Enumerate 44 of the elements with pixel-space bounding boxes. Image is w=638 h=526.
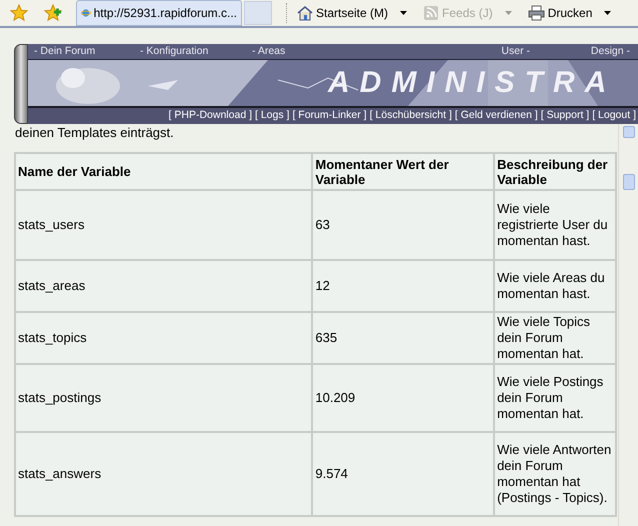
house-icon	[297, 5, 313, 21]
nav-tab[interactable]: - Konfiguration	[134, 44, 246, 60]
column-header: Momentaner Wert der Variable	[312, 153, 494, 190]
table-cell: stats_areas	[15, 260, 312, 312]
table-cell: 635	[312, 312, 494, 364]
header-link[interactable]: [ PHP-Download ]	[168, 108, 252, 124]
nav-tab[interactable]: Design -	[534, 44, 634, 60]
table-cell: Wie viele Postings dein Forum momentan hat.	[494, 364, 616, 432]
printer-icon	[528, 5, 545, 21]
banner-title: ADMINISTRA	[328, 68, 616, 98]
feed-icon	[423, 5, 440, 21]
header-link[interactable]: [ Forum-Linker ]	[292, 108, 367, 124]
dropdown-arrow-icon[interactable]	[604, 11, 612, 15]
nav-tab[interactable]: - Dein Forum	[28, 44, 134, 60]
star-icon[interactable]	[10, 4, 28, 22]
dropdown-arrow-icon[interactable]	[400, 11, 408, 15]
table-cell: stats_answers	[15, 432, 312, 516]
header-link[interactable]: [ Logs ]	[255, 108, 290, 124]
table-cell: Wie viele registrierte User du momentan hast.	[494, 190, 616, 260]
table-cell: 63	[312, 190, 494, 260]
table-cell: Wie viele Antworten dein Forum momentan hat (Postings - Topics).	[494, 432, 616, 516]
column-header: Name der Variable	[15, 153, 312, 190]
table-cell: 10.209	[312, 364, 494, 432]
table-cell: Wie viele Areas du momentan hast.	[494, 260, 616, 312]
table-cell: Wie viele Topics dein Forum momentan hat.	[494, 312, 616, 364]
header-link[interactable]: [ Löschübersicht ]	[370, 108, 452, 124]
scroll-thumb[interactable]	[622, 174, 634, 190]
table-cell: 12	[312, 260, 494, 312]
browser-tab[interactable]: http://52931.rapidforum.c...	[76, 0, 242, 26]
nav-tab[interactable]: User -	[416, 44, 534, 60]
header-link[interactable]: [ Geld verdienen ]	[454, 108, 538, 124]
nav-tab[interactable]: - Areas	[246, 44, 416, 60]
table-cell: stats_users	[15, 190, 312, 260]
intro-text: deinen Templates einträgst.	[14, 124, 175, 142]
header-link[interactable]: [ Support ]	[540, 108, 590, 124]
toolbar-print-button[interactable]: Drucken	[528, 1, 592, 25]
table-cell: stats_postings	[15, 364, 312, 432]
column-header: Beschreibung der Variable	[494, 153, 616, 190]
scroll-up-button[interactable]	[622, 126, 634, 138]
table-cell: stats_topics	[15, 312, 312, 364]
add-favorite-icon[interactable]	[44, 4, 62, 22]
toolbar-home-button[interactable]: Startseite (M)	[297, 1, 388, 25]
header-link[interactable]: [ Logout ]	[592, 108, 636, 124]
table-cell: 9.574	[312, 432, 494, 516]
